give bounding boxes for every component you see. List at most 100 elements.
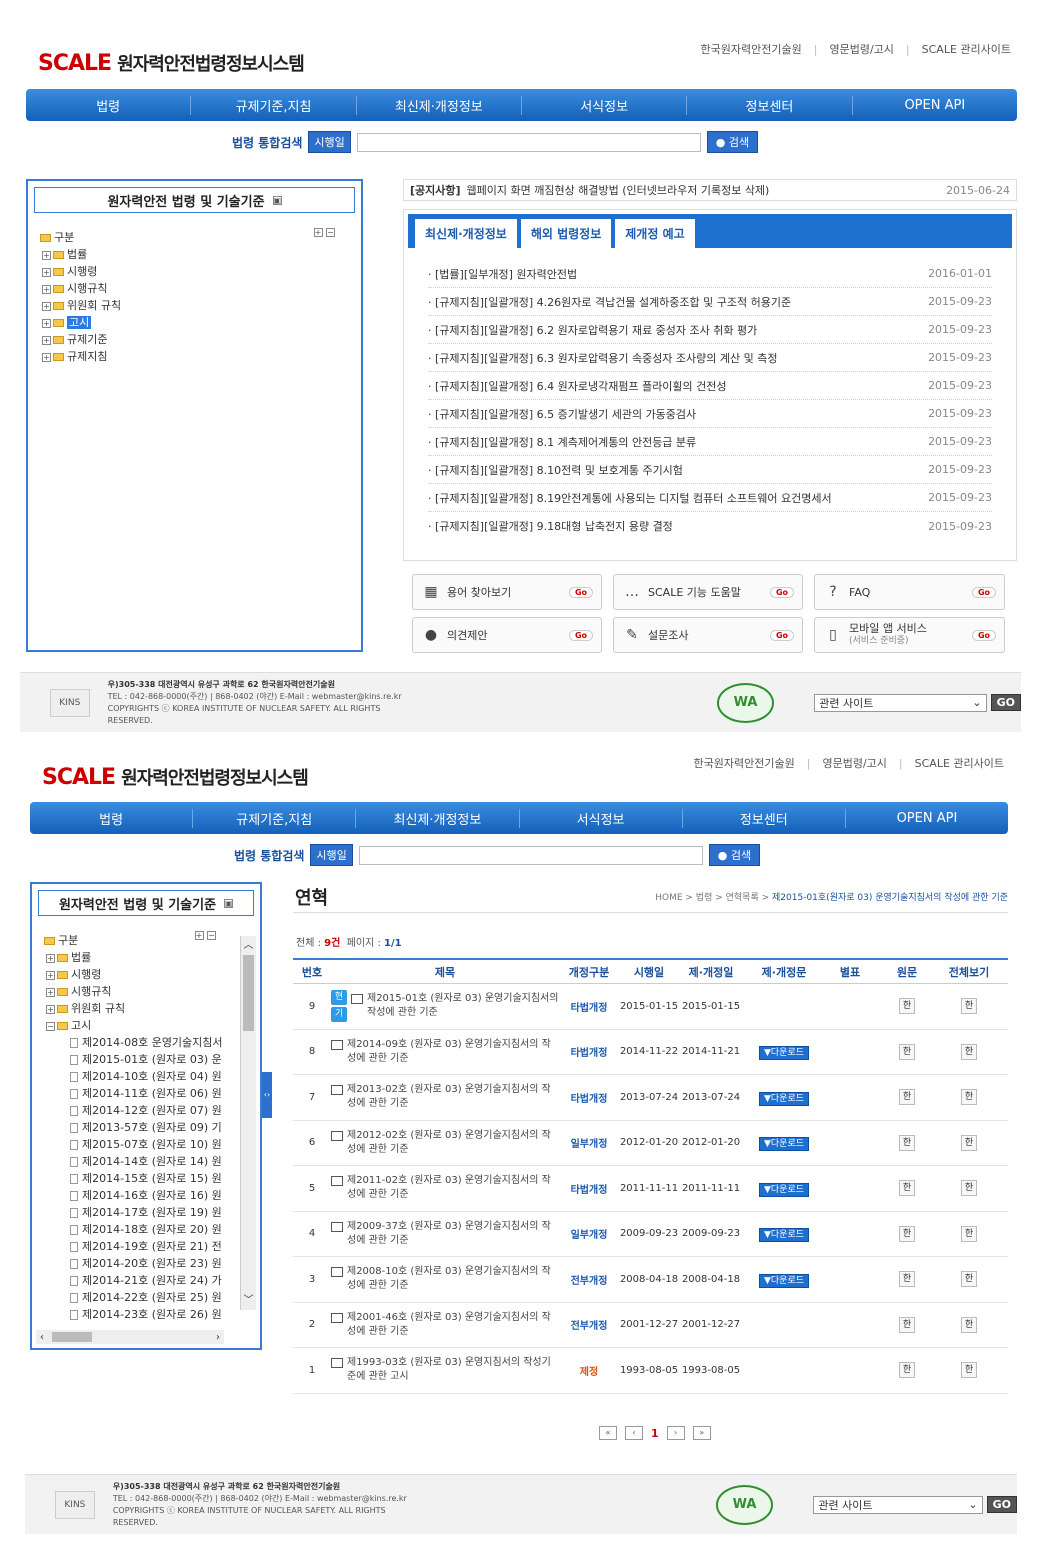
plus-icon[interactable]: + [46,953,55,963]
page-current[interactable]: 1 [651,1427,659,1440]
hangul-doc-icon[interactable]: 한 [899,1362,915,1379]
related-go-button[interactable]: GO [986,1496,1017,1513]
search-date-chip[interactable]: 시행일 [310,844,353,866]
hangul-doc-icon[interactable]: 한 [899,1225,915,1242]
hangul-doc-icon[interactable]: 한 [899,1271,915,1288]
util-link-kins[interactable]: 한국원자력안전기술원 [694,757,795,770]
hangul-doc-icon[interactable]: 한 [961,1316,977,1333]
plus-icon[interactable]: + [42,318,51,328]
row-title[interactable]: 제2011-02호 (원자로 03) 운영기술지침서의 작성에 관한 기준 [347,1174,559,1202]
plus-icon[interactable]: + [46,987,55,997]
tree-doc[interactable]: 제2014-12호 (원자로 07) 원 [42,1102,230,1119]
table-row[interactable]: 4 제2009-37호 (원자로 03) 운영기술지침서의 작성에 관한 기준 … [293,1212,1008,1257]
nav-open-api[interactable]: OPEN API [853,98,1017,113]
quick-mobile[interactable]: ▯ 모바일 앱 서비스 (서비스 준비중) Go [814,617,1005,653]
tree-item-notice[interactable]: + 고시 [38,314,351,331]
util-link-english[interactable]: 영문법령/고시 [822,757,886,770]
nav-laws[interactable]: 법령 [26,95,192,115]
tree-doc[interactable]: 제2014-21호 (원자로 24) 가 [42,1272,230,1289]
quick-dictionary[interactable]: ▦ 용어 찾아보기 Go [412,574,602,610]
tree-doc[interactable]: 제2014-23호 (원자로 26) 원 [42,1306,230,1320]
download-button[interactable]: ▼다운로드 [758,1046,810,1061]
table-row[interactable]: 7 제2013-02호 (원자로 03) 운영기술지침서의 작성에 관한 기준 … [293,1075,1008,1121]
list-item[interactable]: · [규제지침][일괄개정] 4.26원자로 격납건물 설계하중조합 및 구조적… [428,288,992,316]
nav-info-center[interactable]: 정보센터 [687,95,853,115]
collapse-all-icon[interactable]: − [326,227,335,237]
scroll-thumb[interactable] [243,955,254,1031]
hangul-doc-icon[interactable]: 한 [961,1089,977,1106]
tree-doc[interactable]: 제2015-01호 (원자로 03) 운 [42,1051,230,1068]
breadcrumb-history[interactable]: 연혁목록 [726,893,759,903]
tree-doc[interactable]: 제2014-08호 운영기술지침서 [42,1034,230,1051]
tree-item-law[interactable]: + 법률 [38,246,351,263]
tree-doc[interactable]: 제2015-07호 (원자로 10) 원 [42,1136,230,1153]
tree-item[interactable]: + 법률 [42,949,230,966]
plus-icon[interactable]: + [46,1004,55,1014]
expand-icon[interactable]: ▣ [224,898,234,908]
chevron-up-icon[interactable]: ︿ [241,936,256,951]
plus-icon[interactable]: + [42,335,51,345]
hangul-doc-icon[interactable]: 한 [899,1043,915,1060]
tree-scrollbar-vertical[interactable]: ︿ ﹀ [240,936,256,1310]
tree-root[interactable]: 구분 [38,229,351,246]
hangul-doc-icon[interactable]: 한 [899,998,915,1015]
nav-standards[interactable]: 규제기준,지침 [193,808,357,828]
tree-doc[interactable]: 제2014-18호 (원자로 20) 원 [42,1221,230,1238]
hangul-doc-icon[interactable]: 한 [961,1134,977,1151]
list-item[interactable]: · [법률][일부개정] 원자력안전법 2016-01-01 [428,260,992,288]
hangul-doc-icon[interactable]: 한 [961,1362,977,1379]
util-link-kins[interactable]: 한국원자력안전기술원 [701,43,802,56]
hangul-doc-icon[interactable]: 한 [899,1089,915,1106]
plus-icon[interactable]: + [42,301,51,311]
notice-bar[interactable]: [공지사항] 웹페이지 화면 깨짐현상 해결방법 (인터넷브라우저 기록정보 삭… [403,179,1017,201]
list-item[interactable]: · [규제지침][일괄개정] 6.4 원자로냉각재펌프 플라이휠의 건전성 201… [428,372,992,400]
breadcrumb-laws[interactable]: 법령 [696,893,713,903]
hangul-doc-icon[interactable]: 한 [961,1180,977,1197]
tree-doc[interactable]: 제2013-57호 (원자로 09) 기 [42,1119,230,1136]
row-title[interactable]: 제2001-46호 (원자로 03) 운영기술지침서의 작성에 관한 기준 [347,1311,559,1339]
download-button[interactable]: ▼다운로드 [758,1091,810,1106]
go-button[interactable]: Go [568,629,593,641]
util-link-admin[interactable]: SCALE 관리사이트 [915,757,1004,770]
tab-preview[interactable]: 제개정 예고 [614,218,696,248]
table-row[interactable]: 5 제2011-02호 (원자로 03) 운영기술지침서의 작성에 관한 기준 … [293,1166,1008,1212]
table-row[interactable]: 3 제2008-10호 (원자로 03) 운영기술지침서의 작성에 관한 기준 … [293,1257,1008,1303]
hangul-doc-icon[interactable]: 한 [961,1043,977,1060]
util-link-admin[interactable]: SCALE 관리사이트 [922,43,1011,56]
go-button[interactable]: Go [568,586,593,598]
row-title[interactable]: 제2009-37호 (원자로 03) 운영기술지침서의 작성에 관한 기준 [347,1220,559,1248]
tree-item[interactable]: − 고시 [42,1017,230,1034]
tree-item-decree[interactable]: + 시행령 [38,263,351,280]
download-button[interactable]: ▼다운로드 [758,1137,810,1152]
list-item[interactable]: · [규제지침][일괄개정] 6.3 원자로압력용기 속중성자 조사량의 계산 … [428,344,992,372]
chevron-right-icon[interactable]: › [216,1332,220,1343]
go-button[interactable]: Go [769,586,794,598]
nav-latest[interactable]: 최신제·개정정보 [357,95,522,115]
nav-forms[interactable]: 서식정보 [520,808,683,828]
related-go-button[interactable]: GO [990,694,1021,711]
hangul-doc-icon[interactable]: 한 [961,1225,977,1242]
related-site-select[interactable]: 관련 사이트 ⌄ [814,693,987,712]
search-button[interactable]: ● 검색 [706,131,759,153]
nav-latest[interactable]: 최신제·개정정보 [356,808,520,828]
search-button[interactable]: ● 검색 [708,844,761,866]
tree-doc[interactable]: 제2014-14호 (원자로 14) 원 [42,1153,230,1170]
table-row[interactable]: 9 현 기 제2015-01호 (원자로 03) 운영기술지침서의 작성에 관한 기… [293,984,1008,1030]
tree-doc[interactable]: 제2014-15호 (원자로 15) 원 [42,1170,230,1187]
tree-scrollbar-horizontal[interactable]: ‹ › [36,1330,224,1344]
tree-doc[interactable]: 제2014-17호 (원자로 19) 원 [42,1204,230,1221]
quick-survey[interactable]: ✎ 설문조사 Go [613,617,803,653]
list-item[interactable]: · [규제지침][일괄개정] 8.10전력 및 보호계통 주기시험 2015-09… [428,456,992,484]
plus-icon[interactable]: + [46,970,55,980]
nav-open-api[interactable]: OPEN API [846,811,1008,826]
minus-icon[interactable]: − [46,1021,55,1031]
go-button[interactable]: Go [769,629,794,641]
site-logo-2[interactable]: SCALE 원자력안전법령정보시스템 [42,764,309,790]
search-input[interactable] [356,132,701,152]
tree-item-rule[interactable]: + 시행규칙 [38,280,351,297]
list-item[interactable]: · [규제지침][일괄개정] 8.1 계측제어계통의 안전등급 분류 2015-0… [428,428,992,456]
tree-doc[interactable]: 제2014-20호 (원자로 23) 원 [42,1255,230,1272]
hangul-doc-icon[interactable]: 한 [961,998,977,1015]
tree-doc[interactable]: 제2014-22호 (원자로 25) 원 [42,1289,230,1306]
page-last-button[interactable]: » [692,1426,711,1440]
